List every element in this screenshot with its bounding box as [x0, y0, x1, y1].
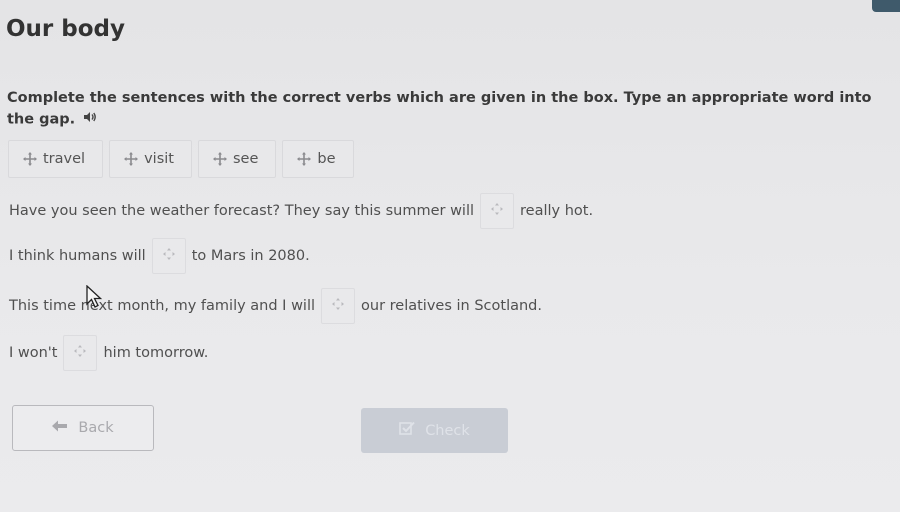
word-chip-visit[interactable]: visit	[109, 140, 192, 178]
sentence-3: This time next month, my family and I wi…	[9, 288, 542, 324]
speaker-icon[interactable]	[83, 109, 97, 130]
corner-tab[interactable]	[872, 0, 900, 12]
word-chip-label: be	[317, 151, 336, 167]
sentence-text-after: our relatives in Scotland.	[361, 298, 542, 314]
word-chip-see[interactable]: see	[197, 140, 277, 178]
instructions-text: Complete the sentences with the correct …	[7, 90, 872, 128]
move-icon	[124, 152, 139, 166]
sentence-text-before: I think humans will	[9, 248, 146, 264]
answer-gap[interactable]	[321, 288, 356, 324]
move-icon	[212, 152, 227, 166]
sentence-4: I won't him tomorrow.	[9, 335, 208, 371]
move-icon	[23, 152, 37, 166]
word-chip-be[interactable]: be	[282, 140, 354, 178]
word-chip-travel[interactable]: travel	[8, 140, 104, 178]
drop-target-icon	[162, 248, 175, 264]
arrow-left-icon	[52, 420, 68, 436]
sentence-1: Have you seen the weather forecast? They…	[9, 193, 593, 229]
answer-gap[interactable]	[480, 193, 515, 229]
page-title: Our body	[6, 16, 125, 42]
drop-target-icon	[74, 345, 87, 361]
check-square-icon	[399, 421, 415, 440]
sentence-text-after: to Mars in 2080.	[191, 248, 310, 264]
sentence-text-before: This time next month, my family and I wi…	[9, 298, 316, 314]
answer-gap[interactable]	[151, 238, 186, 274]
drop-target-icon	[332, 298, 345, 314]
sentence-text-after: really hot.	[520, 203, 594, 219]
move-icon	[297, 152, 312, 166]
word-chip-label: see	[232, 151, 259, 167]
word-chip-label: visit	[144, 151, 174, 167]
drop-target-icon	[491, 203, 504, 219]
sentence-text-before: Have you seen the weather forecast? They…	[9, 203, 475, 219]
sentence-2: I think humans will to Mars in 2080.	[9, 238, 310, 274]
word-bank: travel visit see be	[8, 140, 354, 178]
check-button-label: Check	[425, 422, 470, 439]
check-button[interactable]: Check	[361, 408, 508, 453]
back-button-label: Back	[78, 420, 114, 436]
sentence-text-after: him tomorrow.	[103, 345, 209, 361]
back-button[interactable]: Back	[12, 405, 154, 451]
instructions: Complete the sentences with the correct …	[7, 88, 892, 131]
sentence-text-before: I won't	[9, 345, 58, 361]
answer-gap[interactable]	[63, 335, 98, 371]
word-chip-label: travel	[43, 151, 86, 167]
